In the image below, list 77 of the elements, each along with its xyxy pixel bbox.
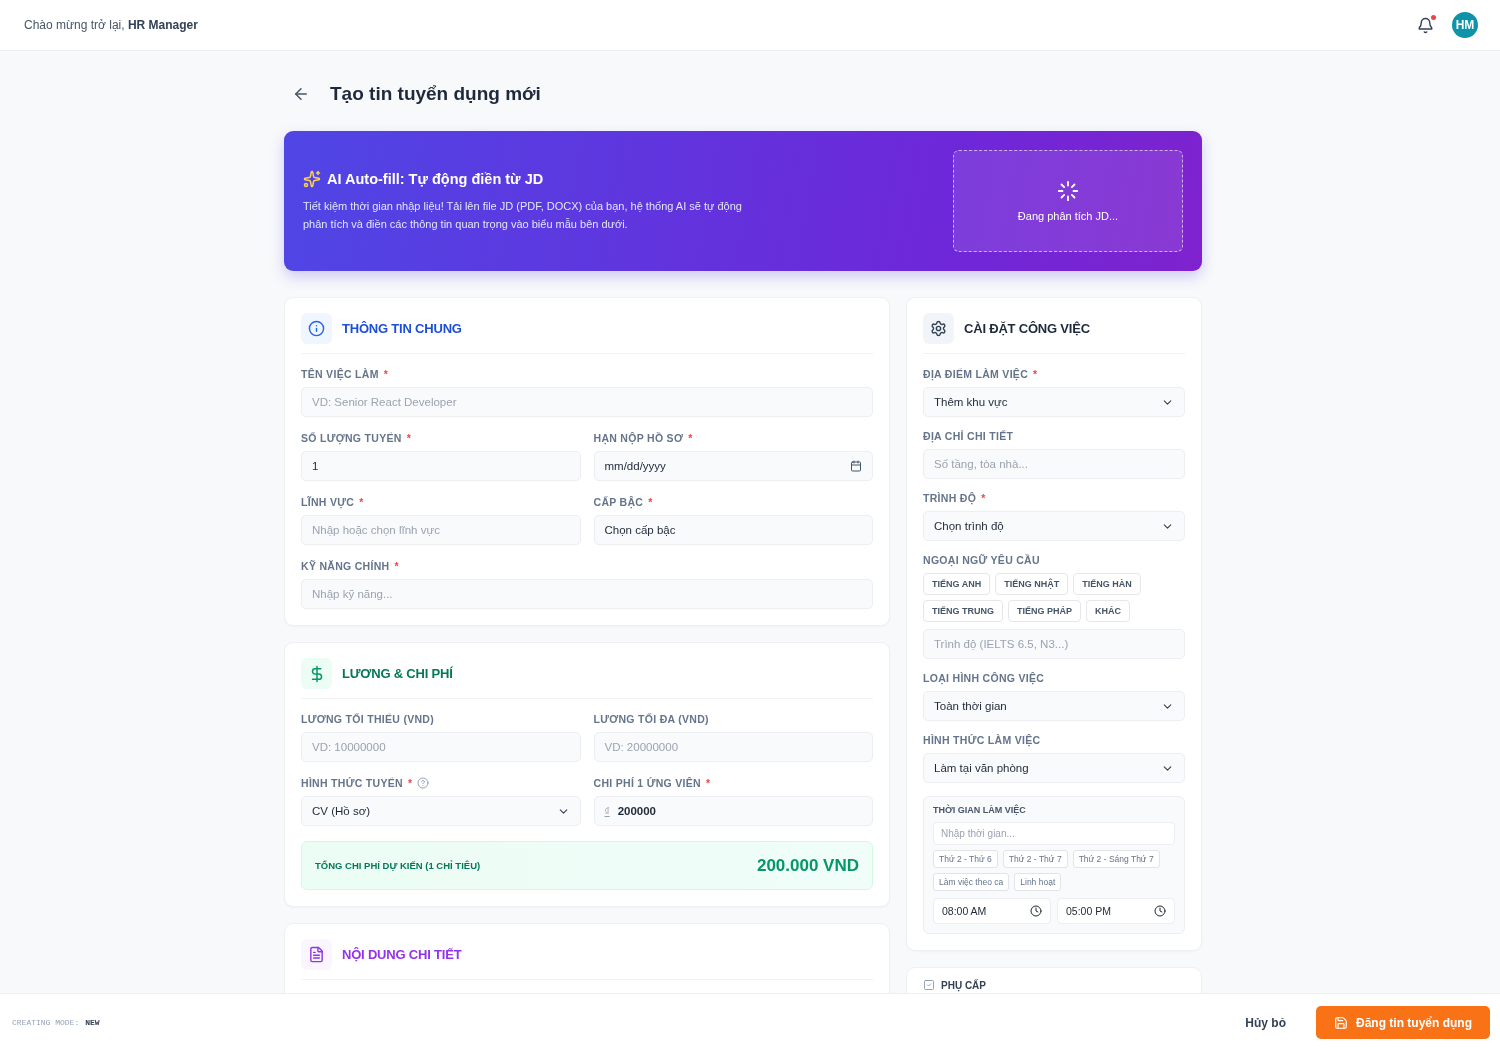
checkbox-icon bbox=[923, 979, 935, 991]
spinner-icon bbox=[1057, 180, 1079, 202]
avatar[interactable]: HM bbox=[1452, 12, 1478, 38]
language-chip[interactable]: TIẾNG ANH bbox=[923, 573, 991, 595]
required-mark: * bbox=[688, 432, 693, 444]
field-label: ĐỊA ĐIỂM LÀM VIỆC bbox=[923, 368, 1029, 380]
field-label: KỸ NĂNG CHÍNH bbox=[301, 560, 390, 572]
field-label: ĐỊA CHỈ CHI TIẾT bbox=[923, 430, 1014, 442]
field-label: CẤP BẬC bbox=[593, 496, 644, 508]
total-cost-amount: 200.000 VND bbox=[756, 855, 859, 876]
total-cost-label: TỔNG CHI PHÍ DỰ KIẾN (1 CHỈ TIÊU) bbox=[315, 860, 481, 871]
language-chip[interactable]: TIẾNG PHÁP bbox=[1008, 600, 1081, 622]
required-mark: * bbox=[359, 496, 364, 508]
input-field[interactable]: ₫ 200000 bbox=[593, 796, 873, 826]
field-label: NGOẠI NGỮ YÊU CẦU bbox=[923, 554, 1040, 566]
required-mark: * bbox=[407, 777, 413, 789]
save-icon bbox=[1334, 1015, 1348, 1030]
date-field[interactable]: mm/dd/yyyy bbox=[593, 451, 873, 481]
select-field[interactable]: Làm tại văn phòng bbox=[923, 753, 1185, 783]
language-chip[interactable]: KHÁC bbox=[1086, 600, 1130, 622]
select-field[interactable]: Thêm khu vực bbox=[923, 387, 1185, 417]
field-label: SỐ LƯỢNG TUYỂN bbox=[301, 432, 402, 444]
bell-icon[interactable] bbox=[1417, 16, 1434, 34]
language-chip[interactable]: TIẾNG NHẬT bbox=[995, 573, 1069, 595]
section-title: NỘI DUNG CHI TIẾT bbox=[342, 947, 462, 962]
time-field[interactable]: 05:00 PM bbox=[1057, 898, 1175, 924]
clock-icon bbox=[1030, 905, 1042, 917]
banner-title: AI Auto-fill: Tự động điền từ JD bbox=[327, 170, 544, 187]
upload-dropzone[interactable]: Đang phân tích JD... bbox=[953, 150, 1183, 252]
section-title: CÀI ĐẶT CÔNG VIỆC bbox=[964, 321, 1090, 336]
page-title: Tạo tin tuyển dụng mới bbox=[330, 83, 541, 105]
input-field[interactable]: 1 bbox=[301, 451, 581, 481]
required-mark: * bbox=[981, 492, 986, 504]
mode-label: CREATING MODE: bbox=[12, 1018, 80, 1027]
field-label: HÌNH THỨC LÀM VIỆC bbox=[923, 734, 1041, 746]
language-chip[interactable]: TIẾNG HÀN bbox=[1073, 573, 1141, 595]
welcome-text: Chào mừng trở lại, HR Manager bbox=[24, 18, 199, 32]
field-label: HẠN NỘP HỒ SƠ bbox=[593, 432, 684, 444]
field-label: TRÌNH ĐỘ bbox=[923, 492, 977, 504]
field-label: CHI PHÍ 1 ỨNG VIÊN bbox=[593, 777, 701, 789]
field-label: LĨNH VỰC bbox=[301, 496, 355, 508]
time-field[interactable]: 08:00 AM bbox=[933, 898, 1051, 924]
section-title: PHỤ CẤP bbox=[941, 979, 986, 991]
input-field[interactable]: Chọn cấp bậc bbox=[593, 515, 873, 545]
schedule-preset[interactable]: Làm việc theo ca bbox=[933, 873, 1010, 891]
required-mark: * bbox=[394, 560, 399, 572]
mode-value: NEW bbox=[85, 1018, 101, 1027]
select-field[interactable]: CV (Hồ sơ) bbox=[301, 796, 581, 826]
field-label: LƯƠNG TỐI ĐA (VND) bbox=[593, 713, 709, 725]
field-label: TÊN VIỆC LÀM bbox=[301, 368, 379, 380]
calendar-icon bbox=[850, 460, 862, 472]
document-icon bbox=[308, 946, 325, 963]
cancel-button[interactable]: Hủy bỏ bbox=[1231, 1007, 1300, 1038]
settings-icon bbox=[930, 320, 947, 337]
language-chip[interactable]: TIẾNG TRUNG bbox=[923, 600, 1003, 622]
required-mark: * bbox=[406, 432, 411, 444]
clock-icon bbox=[1154, 905, 1166, 917]
schedule-title: THỜI GIAN LÀM VIỆC bbox=[933, 805, 1027, 815]
sparkles-icon bbox=[303, 169, 321, 188]
select-field[interactable]: Toàn thời gian bbox=[923, 691, 1185, 721]
section-title: THÔNG TIN CHUNG bbox=[342, 321, 462, 336]
schedule-preset[interactable]: Linh hoạt bbox=[1014, 873, 1062, 891]
required-mark: * bbox=[383, 368, 389, 380]
schedule-preset[interactable]: Thứ 2 - Thứ 6 bbox=[933, 850, 998, 868]
required-mark: * bbox=[1033, 368, 1038, 380]
schedule-preset[interactable]: Thứ 2 - Sáng Thứ 7 bbox=[1072, 850, 1160, 868]
field-label: HÌNH THỨC TUYỂN bbox=[301, 777, 403, 789]
required-mark: * bbox=[648, 496, 653, 508]
section-title: LƯƠNG & CHI PHÍ bbox=[342, 666, 453, 681]
field-label: LƯƠNG TỐI THIỂU (VND) bbox=[301, 713, 435, 725]
info-icon bbox=[308, 320, 325, 337]
banner-description: Tiết kiệm thời gian nhập liệu! Tải lên file JD (PDF, DOCX) của bạn, hệ thống AI sẽ tự động phân tích và điền các thông tin quan trọng vào biểu mẫu bên dưới. bbox=[303, 198, 743, 232]
required-mark: * bbox=[705, 777, 711, 789]
field-label: LOẠI HÌNH CÔNG VIỆC bbox=[923, 672, 1045, 684]
upload-status: Đang phân tích JD... bbox=[1017, 210, 1119, 222]
select-field[interactable]: Chọn trình độ bbox=[923, 511, 1185, 541]
schedule-preset[interactable]: Thứ 2 - Thứ 7 bbox=[1002, 850, 1068, 868]
